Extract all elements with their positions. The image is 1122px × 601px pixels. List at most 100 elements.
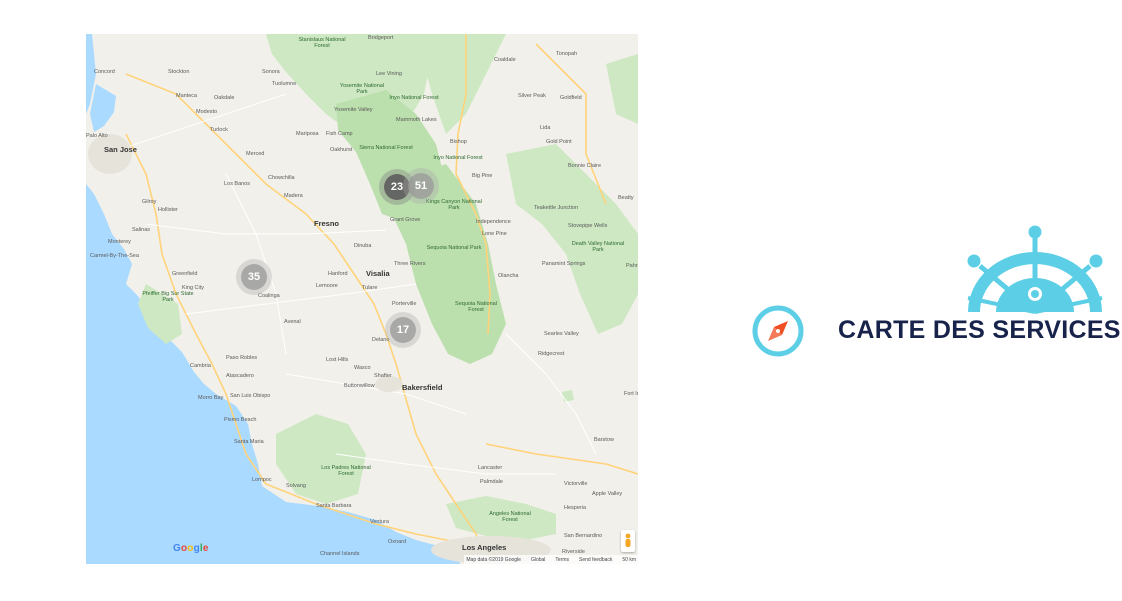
place-label: Oxnard	[388, 539, 407, 545]
terms-link[interactable]: Terms	[555, 557, 569, 563]
place-label: Beatty	[618, 195, 634, 201]
place-label: Palmdale	[480, 479, 503, 485]
place-label: Yosemite Valley	[334, 107, 373, 113]
place-label: Olancha	[498, 273, 519, 279]
place-label: Concord	[94, 69, 115, 75]
place-label: Silver Peak	[518, 93, 546, 99]
map-attribution: Map data ©2019 Google Global Terms Send …	[464, 555, 638, 564]
place-label: Barstow	[594, 437, 614, 443]
place-label: Turlock	[210, 127, 228, 133]
place-label: Coaldale	[494, 57, 516, 63]
place-label: Stovepipe Wells	[568, 223, 608, 229]
place-label: Hesperia	[564, 505, 587, 511]
google-logo-letter: e	[202, 543, 209, 554]
place-label: Tuolumne	[272, 81, 297, 87]
place-label: Victorville	[564, 481, 588, 487]
cluster-marker[interactable]: 35	[241, 264, 267, 290]
place-label: Grant Grove	[390, 217, 421, 223]
place-label: Ventura	[370, 519, 389, 525]
brand-title: CARTE DES SERVICES	[838, 316, 1121, 344]
place-label: Fish Camp	[326, 131, 353, 137]
park-label: Sierra National Forest	[359, 145, 413, 151]
park-label: Sequoia National Park	[426, 245, 482, 251]
place-label: Morro Bay	[198, 395, 224, 401]
place-label: Porterville	[392, 301, 417, 307]
place-label: Santa Barbara	[316, 503, 352, 509]
park-label: Los Padres National Forest	[321, 465, 371, 477]
place-label: Pismo Beach	[224, 417, 257, 423]
place-label: Gold Point	[546, 139, 572, 145]
place-label: Pahrump	[626, 263, 638, 269]
place-label: Teakettle Junction	[534, 205, 579, 211]
global-link[interactable]: Global	[531, 557, 545, 563]
place-label: Lompoc	[252, 477, 272, 483]
place-label: Mariposa	[296, 131, 319, 137]
place-label: Salinas	[132, 227, 151, 233]
place-label: Shafter	[374, 373, 392, 379]
place-label: Los Banos	[224, 181, 250, 187]
place-label: Stockton	[168, 69, 190, 75]
place-label: Independence	[476, 219, 511, 225]
place-label: Big Pine	[472, 173, 493, 179]
place-label: Lida	[540, 125, 551, 131]
compass-icon	[752, 305, 804, 357]
place-label: Carmel-By-The-Sea	[90, 253, 139, 259]
place-label: Bishop	[450, 139, 467, 145]
place-label: Modesto	[196, 109, 218, 115]
place-label: Fresno	[314, 219, 340, 228]
place-label: Lancaster	[478, 465, 503, 471]
place-label: Chowchilla	[268, 175, 295, 181]
place-label: Paso Robles	[226, 355, 258, 361]
cluster-marker[interactable]: 23	[384, 174, 410, 200]
place-label: Cambria	[190, 363, 211, 369]
place-label: Madera	[284, 193, 303, 199]
map[interactable]: Stanislaus National Forest Bridgeport Conc…	[86, 34, 638, 564]
place-label: Solvang	[286, 483, 306, 489]
place-label: Apple Valley	[592, 491, 623, 497]
place-label: Delano	[372, 337, 390, 343]
place-label: Lee Vining	[376, 71, 402, 77]
place-label: Tonopah	[556, 51, 578, 57]
place-label: Lone Pine	[482, 231, 507, 237]
place-label: Sonora	[262, 69, 280, 75]
place-label: Bakersfield	[402, 383, 443, 392]
send-feedback-link[interactable]: Send feedback	[579, 557, 612, 563]
place-label: Greenfield	[172, 271, 198, 277]
place-label: Coalinga	[258, 293, 280, 299]
park-label: Death Valley National Park	[571, 241, 625, 253]
place-label: Oakhurst	[330, 147, 353, 153]
place-label: Fort Irwin	[624, 391, 638, 397]
park-label: Sequoia National Forest	[455, 301, 497, 313]
scale-label: 50 km	[622, 556, 636, 563]
place-label: Monterey	[108, 239, 131, 245]
place-label: Palo Alto	[86, 133, 108, 139]
cluster-marker[interactable]: 51	[408, 173, 434, 199]
map-data-credit: Map data ©2019 Google	[466, 556, 521, 563]
place-label: Wasco	[354, 365, 371, 371]
cluster-marker[interactable]: 17	[390, 317, 416, 343]
place-label: Panamint Springs	[542, 261, 586, 267]
place-label: Santa Maria	[234, 439, 264, 445]
place-label: Goldfield	[560, 95, 582, 101]
place-label: Atascadero	[226, 373, 254, 379]
pegman-icon[interactable]	[621, 530, 635, 552]
place-label: Visalia	[366, 269, 390, 278]
place-label: Lost Hills	[326, 357, 349, 363]
place-label: Oakdale	[214, 95, 235, 101]
place-label: Gilroy	[142, 199, 157, 205]
place-label: Ridgecrest	[538, 351, 565, 357]
park-label: Inyo National Forest	[433, 155, 483, 161]
place-label: Dinuba	[354, 243, 372, 249]
place-label: San Bernardino	[564, 533, 603, 539]
place-label: Buttonwillow	[344, 383, 375, 389]
place-label: Searles Valley	[544, 331, 579, 337]
place-label: Merced	[246, 151, 265, 157]
place-label: Avenal	[284, 319, 301, 325]
place-label: Mammoth Lakes	[396, 117, 437, 123]
place-label: Los Angeles	[462, 543, 507, 552]
place-label: Bonnie Claire	[568, 163, 602, 169]
place-label: San Jose	[104, 145, 137, 154]
park-label: Pfeiffer Big Sur State Park	[142, 291, 194, 303]
place-label: Channel Islands	[320, 551, 360, 557]
park-label: Stanislaus National Forest	[298, 37, 346, 49]
